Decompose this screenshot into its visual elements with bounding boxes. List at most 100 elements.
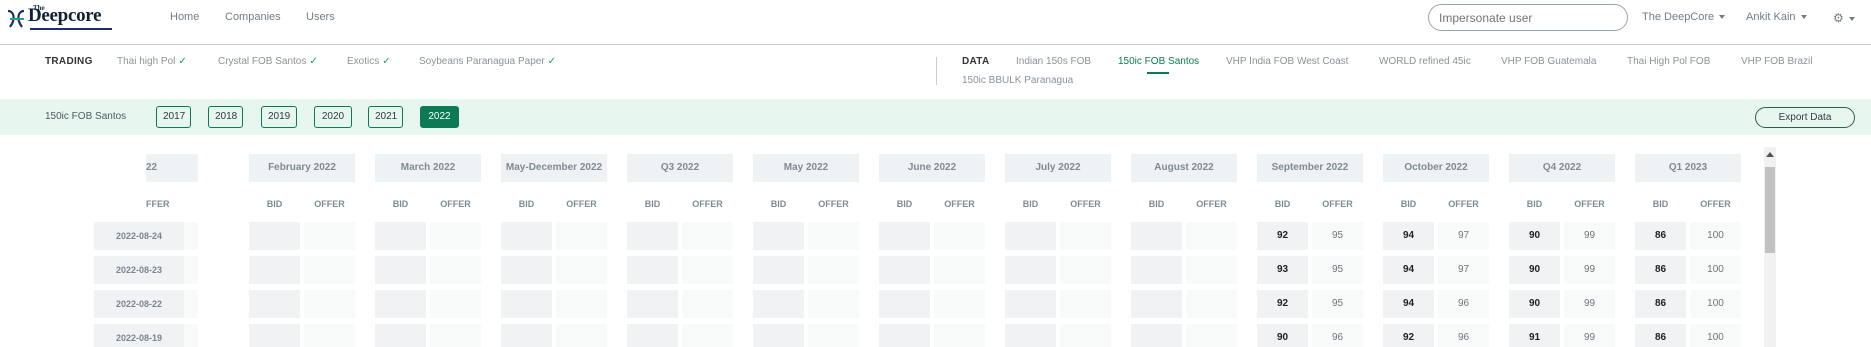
bid-cell[interactable] (627, 256, 678, 284)
offer-cell[interactable] (1186, 324, 1237, 347)
nav-users[interactable]: Users (306, 11, 335, 23)
offer-cell[interactable]: 97 (1438, 256, 1489, 284)
data-item-150ic-fob-santos[interactable]: 150ic FOB Santos (1118, 56, 1199, 67)
bid-cell[interactable]: 92 (1257, 222, 1308, 250)
offer-cell[interactable]: 97 (1438, 222, 1489, 250)
year-button-2022[interactable]: 2022 (420, 106, 459, 128)
year-button-2020[interactable]: 2020 (314, 106, 352, 128)
user-menu[interactable]: Ankit Kain (1746, 11, 1807, 23)
offer-cell[interactable]: 99 (1564, 324, 1615, 347)
offer-cell[interactable] (430, 222, 481, 250)
offer-cell[interactable] (304, 324, 355, 347)
bid-cell[interactable] (1005, 290, 1056, 318)
data-item-thai-high-pol-fob[interactable]: Thai High Pol FOB (1627, 56, 1710, 67)
offer-cell[interactable]: 95 (1312, 290, 1363, 318)
bid-cell[interactable] (1131, 324, 1182, 347)
offer-cell[interactable]: 95 (1312, 222, 1363, 250)
offer-cell[interactable] (1060, 324, 1111, 347)
offer-cell[interactable]: 100 (1690, 290, 1741, 318)
bid-cell[interactable]: 90 (1509, 290, 1560, 318)
trading-item-thai-high-pol[interactable]: Thai high Pol ✓ (117, 56, 187, 67)
offer-cell[interactable] (556, 324, 607, 347)
offer-cell[interactable] (556, 256, 607, 284)
bid-cell[interactable] (375, 324, 426, 347)
offer-cell[interactable] (808, 324, 859, 347)
bid-cell[interactable] (375, 256, 426, 284)
bid-cell[interactable]: 90 (1257, 324, 1308, 347)
offer-cell[interactable] (556, 222, 607, 250)
data-item-vhp-fob-guatemala[interactable]: VHP FOB Guatemala (1501, 56, 1596, 67)
offer-cell[interactable] (934, 324, 985, 347)
bid-cell[interactable] (501, 256, 552, 284)
bid-cell[interactable]: 92 (1257, 290, 1308, 318)
bid-cell[interactable] (627, 222, 678, 250)
offer-cell[interactable] (304, 256, 355, 284)
bid-cell[interactable] (249, 324, 300, 347)
offer-cell[interactable] (808, 222, 859, 250)
year-button-2017[interactable]: 2017 (156, 106, 191, 128)
bid-cell[interactable] (1131, 222, 1182, 250)
bid-cell[interactable] (375, 290, 426, 318)
bid-cell[interactable] (1005, 222, 1056, 250)
bid-cell[interactable]: 86 (1635, 290, 1686, 318)
bid-cell[interactable]: 94 (1383, 256, 1434, 284)
bid-cell[interactable] (501, 290, 552, 318)
bid-cell[interactable] (879, 324, 930, 347)
offer-cell[interactable] (1186, 222, 1237, 250)
nav-home[interactable]: Home (170, 11, 199, 23)
bid-cell[interactable]: 86 (1635, 324, 1686, 347)
bid-cell[interactable]: 90 (1509, 256, 1560, 284)
year-button-2018[interactable]: 2018 (208, 106, 243, 128)
bid-cell[interactable] (249, 256, 300, 284)
scrollbar-thumb[interactable] (1765, 167, 1775, 253)
bid-cell[interactable] (753, 290, 804, 318)
nav-companies[interactable]: Companies (225, 11, 281, 23)
bid-cell[interactable] (1131, 256, 1182, 284)
offer-cell[interactable] (430, 324, 481, 347)
trading-item-exotics[interactable]: Exotics ✓ (347, 56, 391, 67)
offer-cell[interactable] (1060, 290, 1111, 318)
bid-cell[interactable]: 86 (1635, 256, 1686, 284)
offer-cell[interactable] (430, 256, 481, 284)
offer-cell[interactable]: 100 (1690, 222, 1741, 250)
bid-cell[interactable] (501, 222, 552, 250)
offer-cell[interactable]: 99 (1564, 222, 1615, 250)
offer-cell[interactable]: 96 (1438, 324, 1489, 347)
offer-cell[interactable] (934, 222, 985, 250)
bid-cell[interactable]: 93 (1257, 256, 1308, 284)
bid-cell[interactable] (249, 222, 300, 250)
offer-cell[interactable] (934, 290, 985, 318)
offer-cell[interactable]: 99 (1564, 290, 1615, 318)
offer-cell[interactable] (808, 256, 859, 284)
offer-cell[interactable] (556, 290, 607, 318)
bid-cell[interactable] (627, 324, 678, 347)
bid-cell[interactable] (375, 222, 426, 250)
export-data-button[interactable]: Export Data (1755, 107, 1855, 128)
offer-cell[interactable] (682, 256, 733, 284)
trading-item-crystal-fob-santos[interactable]: Crystal FOB Santos ✓ (218, 56, 318, 67)
logo[interactable]: The Deepcore (6, 3, 116, 39)
bid-cell[interactable]: 86 (1635, 222, 1686, 250)
offer-cell[interactable]: 96 (1438, 290, 1489, 318)
data-item-world-refined-45ic[interactable]: WORLD refined 45ic (1379, 56, 1471, 67)
bid-cell[interactable] (879, 290, 930, 318)
data-item-indian-150s-fob[interactable]: Indian 150s FOB (1016, 56, 1091, 67)
offer-cell[interactable] (808, 290, 859, 318)
bid-cell[interactable] (1005, 324, 1056, 347)
bid-cell[interactable]: 94 (1383, 222, 1434, 250)
scroll-up-arrow-icon[interactable] (1766, 152, 1774, 157)
data-item-150ic-bbulk-paranagua[interactable]: 150ic BBULK Paranagua (962, 75, 1073, 86)
offer-cell[interactable]: 95 (1312, 256, 1363, 284)
offer-cell[interactable]: 96 (1312, 324, 1363, 347)
offer-cell[interactable] (304, 222, 355, 250)
data-item-vhp-fob-brazil[interactable]: VHP FOB Brazil (1741, 56, 1813, 67)
offer-cell[interactable] (304, 290, 355, 318)
bid-cell[interactable]: 91 (1509, 324, 1560, 347)
offer-cell[interactable] (934, 256, 985, 284)
bid-cell[interactable] (879, 222, 930, 250)
settings-menu[interactable]: ⚙ (1833, 11, 1855, 25)
bid-cell[interactable] (879, 256, 930, 284)
offer-cell[interactable]: 100 (1690, 324, 1741, 347)
bid-cell[interactable] (1005, 256, 1056, 284)
vertical-scrollbar[interactable] (1764, 147, 1776, 347)
